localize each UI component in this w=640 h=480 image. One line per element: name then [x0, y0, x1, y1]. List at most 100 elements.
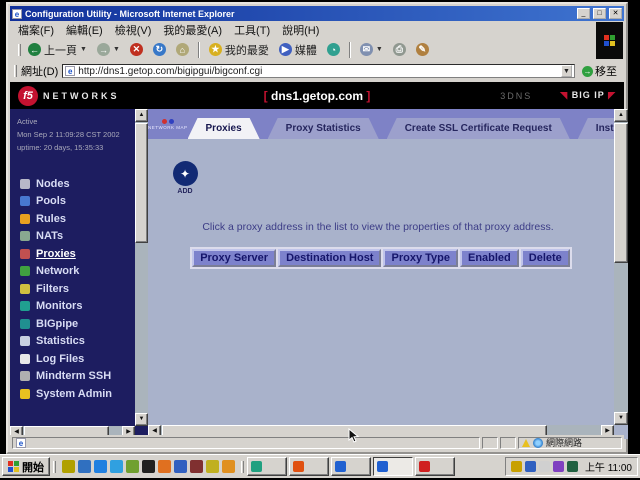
- column-header[interactable]: Proxy Server: [192, 249, 276, 267]
- tab[interactable]: Proxies: [188, 118, 260, 139]
- desktop: e Configuration Utility - Microsoft Inte…: [0, 0, 640, 480]
- taskbar-window-button[interactable]: [247, 457, 287, 476]
- tab[interactable]: Install SSL Certifi: [578, 118, 614, 139]
- taskbar-window-button[interactable]: [415, 457, 455, 476]
- back-button[interactable]: ← 上一頁 ▼: [25, 41, 90, 59]
- quicklaunch-icon[interactable]: [62, 460, 75, 473]
- sidebar-item[interactable]: Proxies: [20, 247, 112, 260]
- print-button[interactable]: ⎙: [390, 42, 409, 57]
- back-dropdown-icon[interactable]: ▼: [80, 46, 87, 53]
- quicklaunch-icon[interactable]: [174, 460, 187, 473]
- tab[interactable]: Proxy Statistics: [268, 118, 379, 139]
- globe-icon: [533, 438, 543, 448]
- close-button[interactable]: ✕: [609, 8, 622, 19]
- url-input[interactable]: e http://dns1.getop.com/bigipgui/bigconf…: [62, 64, 575, 78]
- minimize-button[interactable]: _: [577, 8, 590, 19]
- stop-button[interactable]: ✕: [127, 42, 146, 57]
- sysadmin-icon: [20, 389, 30, 399]
- dns-label: 3DNS: [500, 91, 532, 101]
- quicklaunch-icon[interactable]: [222, 460, 235, 473]
- quicklaunch-icon[interactable]: [110, 460, 123, 473]
- sidebar-item[interactable]: Mindterm SSH: [20, 370, 112, 383]
- sidebar-item[interactable]: Pools: [20, 195, 112, 208]
- sidebar-item[interactable]: Nodes: [20, 177, 112, 190]
- history-button[interactable]: ◔: [324, 42, 343, 57]
- taskbar-window-button[interactable]: [289, 457, 329, 476]
- column-header[interactable]: Delete: [521, 249, 570, 267]
- bigip-text: BIG IP: [572, 90, 605, 100]
- quicklaunch-icon[interactable]: [206, 460, 219, 473]
- bracket: ◤: [608, 90, 616, 100]
- sidebar-item[interactable]: NATs: [20, 230, 112, 243]
- taskbar-grip[interactable]: [53, 461, 56, 473]
- tray-icon[interactable]: [525, 461, 536, 472]
- menu-item[interactable]: 檔案(F): [18, 22, 54, 38]
- sidebar-item[interactable]: Monitors: [20, 300, 112, 313]
- tab[interactable]: Create SSL Certificate Request: [387, 118, 570, 139]
- network-map-button[interactable]: NETWORK MAP: [148, 109, 188, 139]
- tray-icon[interactable]: [539, 461, 550, 472]
- refresh-button[interactable]: ↻: [150, 42, 169, 57]
- mail-button[interactable]: ✉ ▼: [357, 42, 386, 57]
- forward-icon: →: [97, 43, 110, 56]
- taskbar-grip[interactable]: [241, 461, 244, 473]
- add-proxy-button[interactable]: ✦ ADD: [168, 161, 202, 195]
- quicklaunch-icon[interactable]: [158, 460, 171, 473]
- quicklaunch-icon[interactable]: [142, 460, 155, 473]
- status-datetime: Mon Sep 2 11:09:28 CST 2002: [17, 128, 137, 141]
- sidebar-item[interactable]: Rules: [20, 212, 112, 225]
- sidebar-vscrollbar[interactable]: ▲ ▼: [135, 109, 148, 426]
- sidebar-item[interactable]: Filters: [20, 282, 112, 295]
- quicklaunch-icon[interactable]: [78, 460, 91, 473]
- sidebar-item[interactable]: BIGpipe: [20, 317, 112, 330]
- column-header[interactable]: Destination Host: [278, 249, 381, 267]
- scroll-down-icon[interactable]: ▼: [135, 413, 148, 426]
- forward-dropdown-icon[interactable]: ▼: [113, 46, 120, 53]
- column-header[interactable]: Proxy Type: [383, 249, 458, 267]
- taskbar-clock: 上午 11:00: [581, 459, 632, 474]
- menu-item[interactable]: 說明(H): [282, 22, 319, 38]
- mail-dropdown-icon[interactable]: ▼: [376, 46, 383, 53]
- menu-item[interactable]: 編輯(E): [66, 22, 103, 38]
- nodes-icon: [20, 179, 30, 189]
- title-bar[interactable]: e Configuration Utility - Microsoft Inte…: [10, 6, 624, 21]
- warning-icon: [522, 439, 530, 447]
- menu-item[interactable]: 檢視(V): [115, 22, 152, 38]
- content-vscrollbar[interactable]: ▲ ▼: [614, 109, 628, 425]
- sidebar-item[interactable]: Statistics: [20, 335, 112, 348]
- sidebar-item[interactable]: Log Files: [20, 352, 112, 365]
- tray-icon[interactable]: [567, 461, 578, 472]
- tray-icon[interactable]: [511, 461, 522, 472]
- menu-item[interactable]: 我的最愛(A): [163, 22, 222, 38]
- scroll-thumb[interactable]: [614, 123, 628, 263]
- quicklaunch-icon[interactable]: [190, 460, 203, 473]
- scroll-down-icon[interactable]: ▼: [614, 412, 628, 425]
- favorites-button[interactable]: ★ 我的最愛: [206, 41, 272, 59]
- sidebar-item[interactable]: Network: [20, 265, 112, 278]
- toolbar-grip[interactable]: [14, 65, 17, 77]
- sidebar-item[interactable]: System Admin: [20, 387, 112, 400]
- home-button[interactable]: ⌂: [173, 42, 192, 57]
- ie-page-icon: e: [65, 66, 75, 76]
- toolbar-grip[interactable]: [18, 44, 21, 56]
- window-button-icon: [335, 461, 346, 472]
- scroll-thumb[interactable]: [135, 123, 148, 243]
- media-button[interactable]: ▶ 媒體: [276, 41, 320, 59]
- taskbar-window-button[interactable]: [331, 457, 371, 476]
- tray-icon[interactable]: [553, 461, 564, 472]
- maximize-button[interactable]: □: [593, 8, 606, 19]
- scroll-up-icon[interactable]: ▲: [135, 109, 148, 122]
- edit-button[interactable]: ✎: [413, 42, 432, 57]
- quicklaunch-icon[interactable]: [126, 460, 139, 473]
- favorites-icon: ★: [209, 43, 222, 56]
- quicklaunch-icon[interactable]: [94, 460, 107, 473]
- menu-item[interactable]: 工具(T): [234, 22, 270, 38]
- forward-button[interactable]: → ▼: [94, 42, 123, 57]
- start-button[interactable]: 開始: [2, 457, 50, 476]
- url-dropdown-icon[interactable]: ▼: [561, 65, 572, 77]
- column-header[interactable]: Enabled: [460, 249, 519, 267]
- scroll-up-icon[interactable]: ▲: [614, 109, 628, 122]
- ie-throbber: [596, 22, 623, 59]
- taskbar-window-button[interactable]: [373, 457, 413, 476]
- go-button[interactable]: → 移至: [579, 63, 620, 79]
